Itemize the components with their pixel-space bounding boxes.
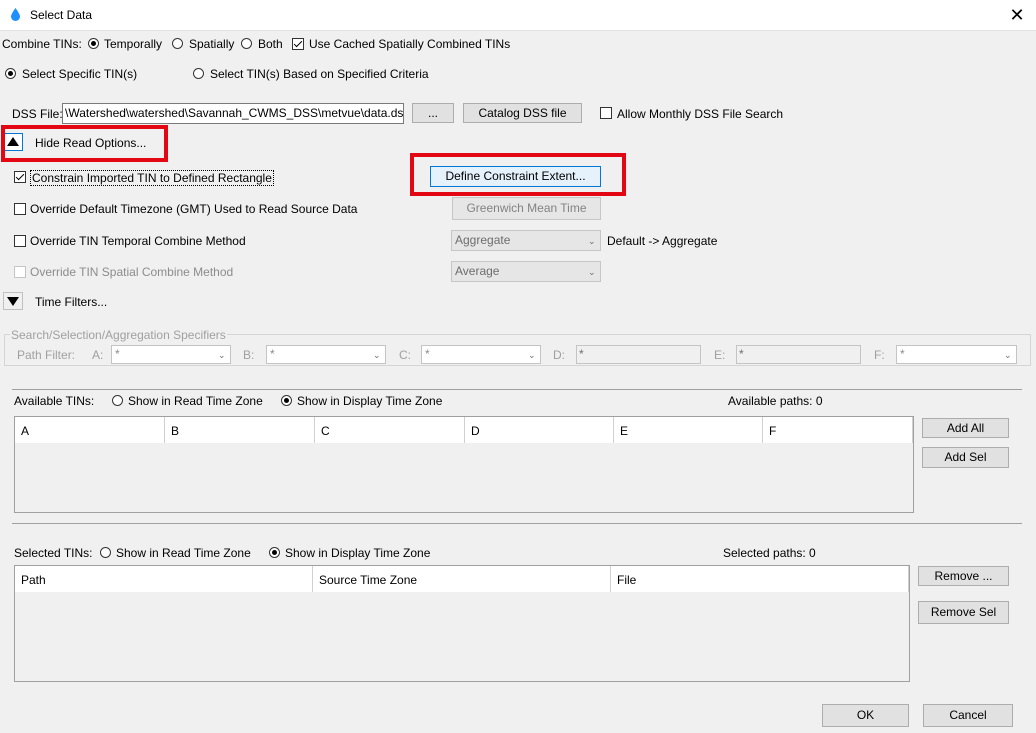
- dss-file-input[interactable]: \Watershed\watershed\Savannah_CWMS_DSS\m…: [62, 103, 404, 124]
- radio-both[interactable]: [241, 38, 252, 49]
- filter-a-select[interactable]: * ⌄: [111, 345, 231, 364]
- chevron-down-icon: ⌄: [528, 350, 536, 360]
- filter-b-select[interactable]: * ⌄: [266, 345, 386, 364]
- column-header[interactable]: File: [611, 566, 909, 592]
- highlight-box-define-extent: [410, 153, 626, 196]
- select-criteria-label: Select TIN(s) Based on Specified Criteri…: [210, 67, 429, 81]
- selected-table-body[interactable]: [15, 592, 909, 681]
- combine-label: Combine TINs:: [2, 37, 82, 51]
- timezone-button[interactable]: Greenwich Mean Time: [452, 197, 601, 220]
- available-read-tz-label: Show in Read Time Zone: [128, 394, 263, 408]
- available-read-tz-radio[interactable]: [112, 395, 123, 406]
- highlight-box-read-options: [1, 125, 168, 162]
- filter-c-select[interactable]: * ⌄: [421, 345, 541, 364]
- specifiers-group-title: Search/Selection/Aggregation Specifiers: [10, 328, 227, 342]
- available-tins-table[interactable]: A B C D E F: [14, 416, 914, 513]
- available-display-tz-radio[interactable]: [281, 395, 292, 406]
- override-spatial-label: Override TIN Spatial Combine Method: [30, 265, 234, 279]
- column-header[interactable]: Source Time Zone: [313, 566, 611, 592]
- c-label: C:: [399, 348, 411, 362]
- ok-button[interactable]: OK: [822, 704, 909, 727]
- add-all-button[interactable]: Add All: [922, 418, 1009, 438]
- temporal-method-value: Aggregate: [455, 233, 511, 247]
- app-drop-icon: [11, 8, 20, 21]
- selected-read-tz-label: Show in Read Time Zone: [116, 546, 251, 560]
- available-table-body[interactable]: [15, 443, 913, 512]
- temporal-default-text: Default -> Aggregate: [607, 234, 718, 248]
- window-title: Select Data: [30, 8, 93, 22]
- column-header[interactable]: B: [165, 417, 315, 443]
- available-separator: [12, 389, 1022, 390]
- d-label: D:: [553, 348, 565, 362]
- chevron-down-icon: ⌄: [588, 267, 596, 277]
- use-cached-label: Use Cached Spatially Combined TINs: [309, 37, 511, 51]
- chevron-down-icon: ⌄: [218, 350, 226, 360]
- expand-time-filters-button[interactable]: [3, 292, 23, 310]
- override-tz-label: Override Default Timezone (GMT) Used to …: [30, 202, 358, 216]
- radio-both-label: Both: [258, 37, 283, 51]
- selected-tins-label: Selected TINs:: [14, 546, 93, 560]
- allow-monthly-label: Allow Monthly DSS File Search: [617, 107, 784, 121]
- column-header[interactable]: F: [763, 417, 913, 443]
- filter-f-select[interactable]: * ⌄: [896, 345, 1017, 364]
- chevron-down-icon: ⌄: [373, 350, 381, 360]
- use-cached-checkbox[interactable]: [292, 38, 304, 50]
- radio-spatially-label: Spatially: [189, 37, 235, 51]
- spatial-method-select[interactable]: Average ⌄: [451, 261, 601, 282]
- column-header[interactable]: E: [614, 417, 763, 443]
- add-sel-button[interactable]: Add Sel: [922, 447, 1009, 468]
- override-temporal-label: Override TIN Temporal Combine Method: [30, 234, 246, 248]
- remove-sel-button[interactable]: Remove Sel: [918, 601, 1009, 624]
- close-icon[interactable]: ✕: [1004, 2, 1030, 28]
- radio-temporally-label: Temporally: [104, 37, 163, 51]
- remove-button[interactable]: Remove ...: [918, 566, 1009, 586]
- path-filter-label: Path Filter:: [17, 348, 76, 362]
- available-display-tz-label: Show in Display Time Zone: [297, 394, 443, 408]
- constrain-label: Constrain Imported TIN to Defined Rectan…: [30, 170, 274, 186]
- title-bar: Select Data ✕: [0, 0, 1036, 31]
- temporal-method-select[interactable]: Aggregate ⌄: [451, 230, 601, 251]
- chevron-down-icon: ⌄: [588, 236, 596, 246]
- radio-select-specific[interactable]: [5, 68, 16, 79]
- override-tz-checkbox[interactable]: [14, 203, 26, 215]
- selected-display-tz-label: Show in Display Time Zone: [285, 546, 431, 560]
- a-label: A:: [92, 348, 104, 362]
- filter-e-input[interactable]: *: [736, 345, 861, 364]
- f-label: F:: [874, 348, 885, 362]
- available-tins-label: Available TINs:: [14, 394, 95, 408]
- filter-a-value: *: [115, 347, 120, 361]
- e-label: E:: [714, 348, 726, 362]
- time-filters-label[interactable]: Time Filters...: [35, 295, 107, 309]
- column-header[interactable]: Path: [15, 566, 313, 592]
- b-label: B:: [243, 348, 255, 362]
- catalog-dss-button[interactable]: Catalog DSS file: [463, 103, 582, 123]
- available-paths-count: Available paths: 0: [728, 394, 823, 408]
- constrain-checkbox[interactable]: [14, 171, 26, 183]
- select-specific-label: Select Specific TIN(s): [22, 67, 138, 81]
- radio-select-criteria[interactable]: [193, 68, 204, 79]
- radio-spatially[interactable]: [172, 38, 183, 49]
- selected-separator: [12, 523, 1022, 524]
- cancel-button[interactable]: Cancel: [923, 704, 1013, 727]
- selected-display-tz-radio[interactable]: [269, 547, 280, 558]
- allow-monthly-checkbox[interactable]: [600, 107, 612, 119]
- column-header[interactable]: D: [465, 417, 614, 443]
- dss-file-label: DSS File:: [12, 107, 63, 121]
- spatial-method-value: Average: [455, 264, 500, 278]
- triangle-down-icon: [7, 297, 19, 306]
- browse-button[interactable]: ...: [412, 103, 454, 123]
- filter-f-value: *: [900, 347, 905, 361]
- radio-temporally[interactable]: [88, 38, 99, 49]
- filter-d-input[interactable]: *: [576, 345, 701, 364]
- override-spatial-checkbox[interactable]: [14, 266, 26, 278]
- override-temporal-checkbox[interactable]: [14, 235, 26, 247]
- column-header[interactable]: A: [15, 417, 165, 443]
- filter-c-value: *: [425, 347, 430, 361]
- selected-tins-table[interactable]: Path Source Time Zone File: [14, 565, 910, 682]
- filter-b-value: *: [270, 347, 275, 361]
- chevron-down-icon: ⌄: [1004, 350, 1012, 360]
- selected-read-tz-radio[interactable]: [100, 547, 111, 558]
- selected-paths-count: Selected paths: 0: [723, 546, 816, 560]
- column-header[interactable]: C: [315, 417, 465, 443]
